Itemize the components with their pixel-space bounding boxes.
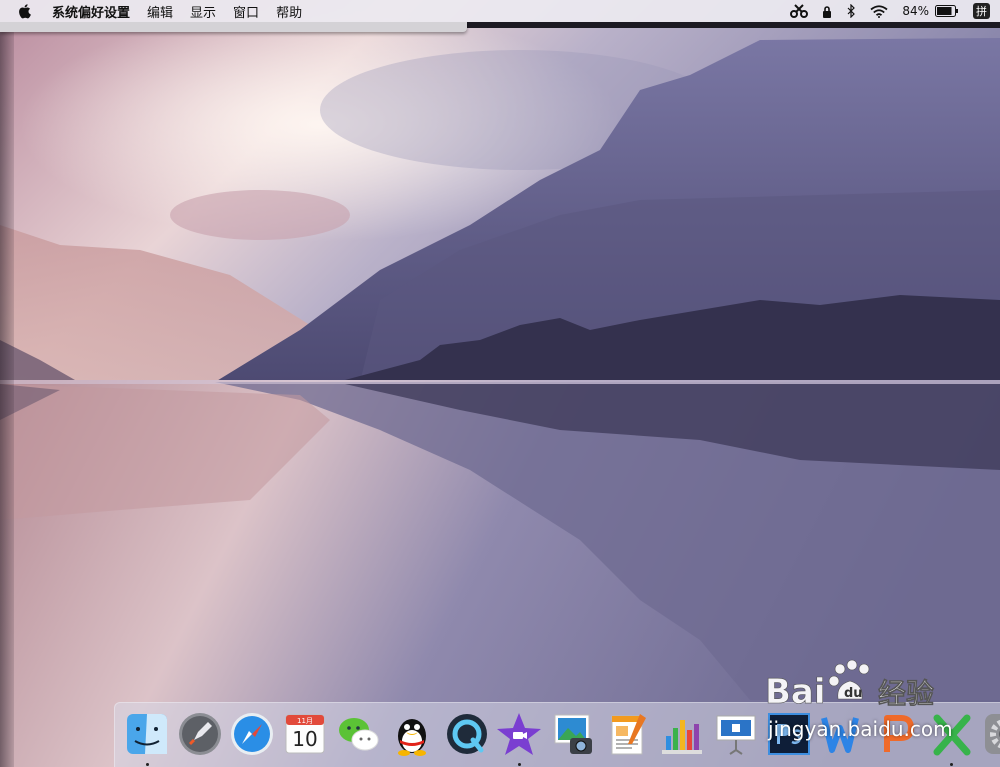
bluetooth-icon[interactable] (846, 4, 856, 18)
menu-edit[interactable]: 编辑 (147, 2, 173, 21)
lock-icon[interactable] (822, 5, 832, 18)
preferences-window-edge[interactable] (0, 22, 467, 32)
running-indicator (950, 763, 953, 766)
battery-icon[interactable] (935, 5, 959, 17)
scissors-icon[interactable] (790, 4, 809, 18)
dock-qq[interactable] (388, 710, 436, 758)
photo-camera-icon (554, 714, 592, 754)
desktop-wallpaper (0, 0, 1000, 767)
dock-wechat[interactable] (334, 710, 382, 758)
finder-icon (127, 714, 167, 754)
dock-calendar[interactable]: 11月 10 (281, 710, 329, 758)
window-edge-dark (467, 22, 1000, 28)
dock-safari[interactable] (228, 710, 276, 758)
dock-keynote[interactable] (712, 710, 760, 758)
window-edge-shadow (0, 32, 14, 767)
quicktime-icon (447, 714, 487, 754)
menu-help[interactable]: 帮助 (276, 2, 302, 21)
apple-menu[interactable] (18, 3, 34, 19)
dock-quicktime[interactable] (443, 710, 491, 758)
pages-icon (611, 714, 646, 755)
gear-icon (985, 714, 1000, 754)
compass-icon (231, 713, 273, 755)
wifi-icon[interactable] (870, 4, 888, 18)
dock-pages[interactable] (604, 710, 652, 758)
bar-chart-icon (662, 720, 702, 754)
keynote-icon (716, 715, 756, 755)
battery-percentage[interactable]: 84% (902, 4, 929, 18)
dock-system-preferences[interactable] (981, 710, 1000, 758)
dock-finder[interactable] (123, 710, 171, 758)
running-indicator (518, 763, 521, 766)
calendar-month: 11月 (297, 717, 313, 725)
dock-imovie[interactable] (495, 710, 543, 758)
star-icon (497, 713, 541, 755)
wechat-icon (339, 718, 379, 751)
dock-launchpad[interactable] (176, 710, 224, 758)
watermark-url: jingyan.baidu.com (768, 717, 953, 741)
dock-iphoto[interactable] (550, 710, 598, 758)
penguin-icon (398, 719, 426, 756)
rocket-icon (179, 713, 221, 755)
input-method-icon[interactable]: 拼 (973, 3, 990, 19)
menu-bar: 系统偏好设置 编辑 显示 窗口 帮助 84% 拼 (0, 0, 1000, 22)
dock-numbers[interactable] (658, 710, 706, 758)
desktop[interactable]: 系统偏好设置 编辑 显示 窗口 帮助 84% 拼 11月 10 Bai du 经… (0, 0, 1000, 767)
menu-view[interactable]: 显示 (190, 2, 216, 21)
apple-icon (19, 4, 31, 19)
calendar-day: 10 (292, 727, 318, 751)
menu-window[interactable]: 窗口 (233, 2, 259, 21)
menu-app-name[interactable]: 系统偏好设置 (52, 2, 130, 21)
running-indicator (146, 763, 149, 766)
